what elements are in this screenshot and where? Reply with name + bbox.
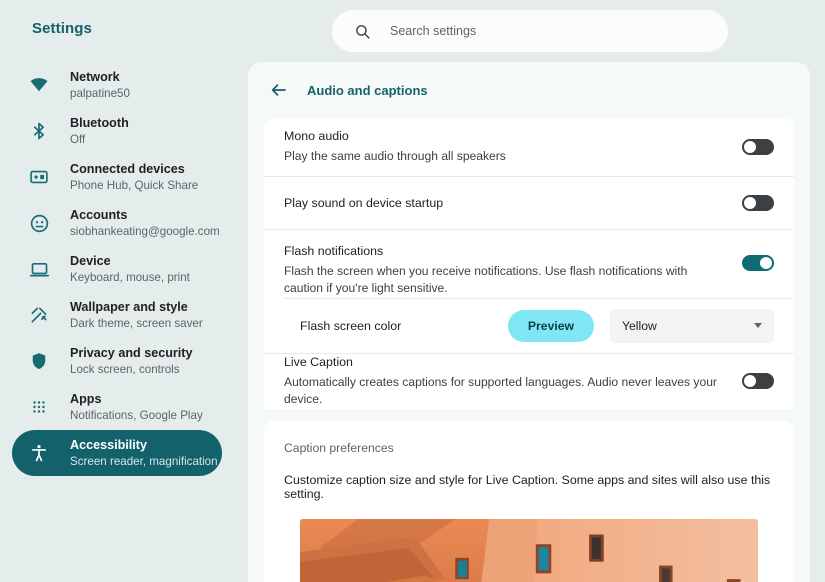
- back-arrow-icon[interactable]: [270, 81, 288, 99]
- audio-settings-card: Mono audio Play the same audio through a…: [264, 118, 794, 409]
- caption-preferences-card: Caption preferences Customize caption si…: [264, 420, 794, 582]
- sidebar-item-bluetooth[interactable]: Bluetooth Off: [12, 108, 222, 154]
- sidebar-item-label: Bluetooth: [70, 116, 129, 131]
- apps-grid-icon: [28, 396, 50, 418]
- setting-title: Play sound on device startup: [284, 195, 444, 210]
- setting-subtitle: Automatically creates captions for suppo…: [284, 374, 717, 407]
- caption-preferences-heading: Caption preferences: [284, 440, 394, 455]
- settings-window: Settings Network palpatine50: [0, 0, 825, 582]
- brush-icon: [28, 304, 50, 326]
- sidebar-item-sublabel: siobhankeating@google.com: [70, 224, 220, 238]
- sidebar-item-wallpaper-and-style[interactable]: Wallpaper and style Dark theme, screen s…: [12, 292, 222, 338]
- sidebar-item-sublabel: Notifications, Google Play: [70, 408, 203, 422]
- sidebar-item-sublabel: Dark theme, screen saver: [70, 316, 203, 330]
- chevron-down-icon: [754, 323, 762, 329]
- wifi-icon: [28, 74, 50, 96]
- flash-screen-color-row: Flash screen color Preview Yellow: [264, 299, 794, 353]
- sidebar-item-label: Device: [70, 254, 111, 269]
- main-panel: Audio and captions Mono audio Play the s…: [248, 62, 810, 582]
- setting-title: Flash notifications: [284, 244, 384, 258]
- sidebar-item-apps[interactable]: Apps Notifications, Google Play: [12, 384, 222, 430]
- sidebar-item-sublabel: Lock screen, controls: [70, 362, 180, 376]
- toggle-knob: [760, 257, 772, 269]
- sidebar-item-label: Privacy and security: [70, 346, 193, 361]
- top-bar: Settings: [0, 0, 825, 62]
- bluetooth-icon: [28, 120, 50, 142]
- sidebar-item-accessibility[interactable]: Accessibility Screen reader, magnificati…: [12, 430, 222, 476]
- sidebar-item-accounts[interactable]: Accounts siobhankeating@google.com: [12, 200, 222, 246]
- sidebar-item-network[interactable]: Network palpatine50: [12, 62, 222, 108]
- accessibility-icon: [28, 442, 50, 464]
- flash-notifications-toggle[interactable]: [742, 255, 774, 271]
- sidebar-item-device[interactable]: Device Keyboard, mouse, print: [12, 246, 222, 292]
- sidebar-item-privacy-and-security[interactable]: Privacy and security Lock screen, contro…: [12, 338, 222, 384]
- toggle-knob: [744, 141, 756, 153]
- sidebar-item-connected-devices[interactable]: Connected devices Phone Hub, Quick Share: [12, 154, 222, 200]
- app-title: Settings: [32, 20, 92, 37]
- shield-icon: [28, 350, 50, 372]
- account-icon: [28, 212, 50, 234]
- panel-header: Audio and captions: [248, 62, 810, 118]
- setting-subtitle: Flash the screen when you receive notifi…: [284, 263, 688, 296]
- caption-preferences-description: Customize caption size and style for Liv…: [284, 472, 771, 501]
- connected-devices-icon: [28, 166, 50, 188]
- search-icon: [356, 24, 370, 39]
- setting-row-play-sound-on-startup[interactable]: Play sound on device startup: [264, 177, 794, 229]
- sidebar-item-sublabel: Screen reader, magnification: [70, 454, 218, 468]
- setting-row-flash-notifications[interactable]: Flash notifications Flash the screen whe…: [264, 230, 794, 298]
- sidebar-item-label: Apps: [70, 392, 102, 407]
- mono-audio-toggle[interactable]: [742, 139, 774, 155]
- caption-preview: The quick brown fox jumps over the lazy …: [300, 518, 758, 582]
- toggle-knob: [744, 197, 756, 209]
- search-input[interactable]: [390, 24, 690, 38]
- live-caption-toggle[interactable]: [742, 373, 774, 390]
- sidebar-item-label: Network: [70, 70, 120, 85]
- page-title: Audio and captions: [307, 82, 428, 98]
- flash-screen-color-label: Flash screen color: [300, 318, 402, 333]
- sidebar-nav: Network palpatine50 Bluetooth Off Connec…: [0, 62, 240, 582]
- sidebar-item-label: Accessibility: [70, 438, 148, 453]
- setting-subtitle: Play the same audio through all speakers: [284, 149, 506, 164]
- search-bar[interactable]: [332, 10, 728, 52]
- setting-row-live-caption[interactable]: Live Caption Automatically creates capti…: [264, 354, 794, 409]
- flash-color-select[interactable]: Yellow: [610, 308, 774, 343]
- setting-title: Mono audio: [284, 129, 349, 144]
- toggle-knob: [744, 375, 756, 388]
- sidebar-item-sublabel: Phone Hub, Quick Share: [70, 178, 199, 192]
- sidebar-item-label: Connected devices: [70, 162, 185, 177]
- caption-preview-image: [300, 518, 758, 582]
- preview-button[interactable]: Preview: [507, 309, 594, 342]
- setting-row-mono-audio[interactable]: Mono audio Play the same audio through a…: [264, 118, 794, 176]
- sidebar-item-label: Wallpaper and style: [70, 300, 188, 315]
- laptop-icon: [28, 258, 50, 280]
- play-sound-on-startup-toggle[interactable]: [742, 195, 774, 211]
- sidebar-item-sublabel: Keyboard, mouse, print: [70, 270, 190, 284]
- sidebar-item-sublabel: palpatine50: [70, 86, 130, 100]
- sidebar-item-label: Accounts: [70, 208, 128, 223]
- setting-title: Live Caption: [284, 354, 353, 369]
- sidebar-item-sublabel: Off: [70, 132, 86, 146]
- flash-color-selected-value: Yellow: [622, 318, 657, 333]
